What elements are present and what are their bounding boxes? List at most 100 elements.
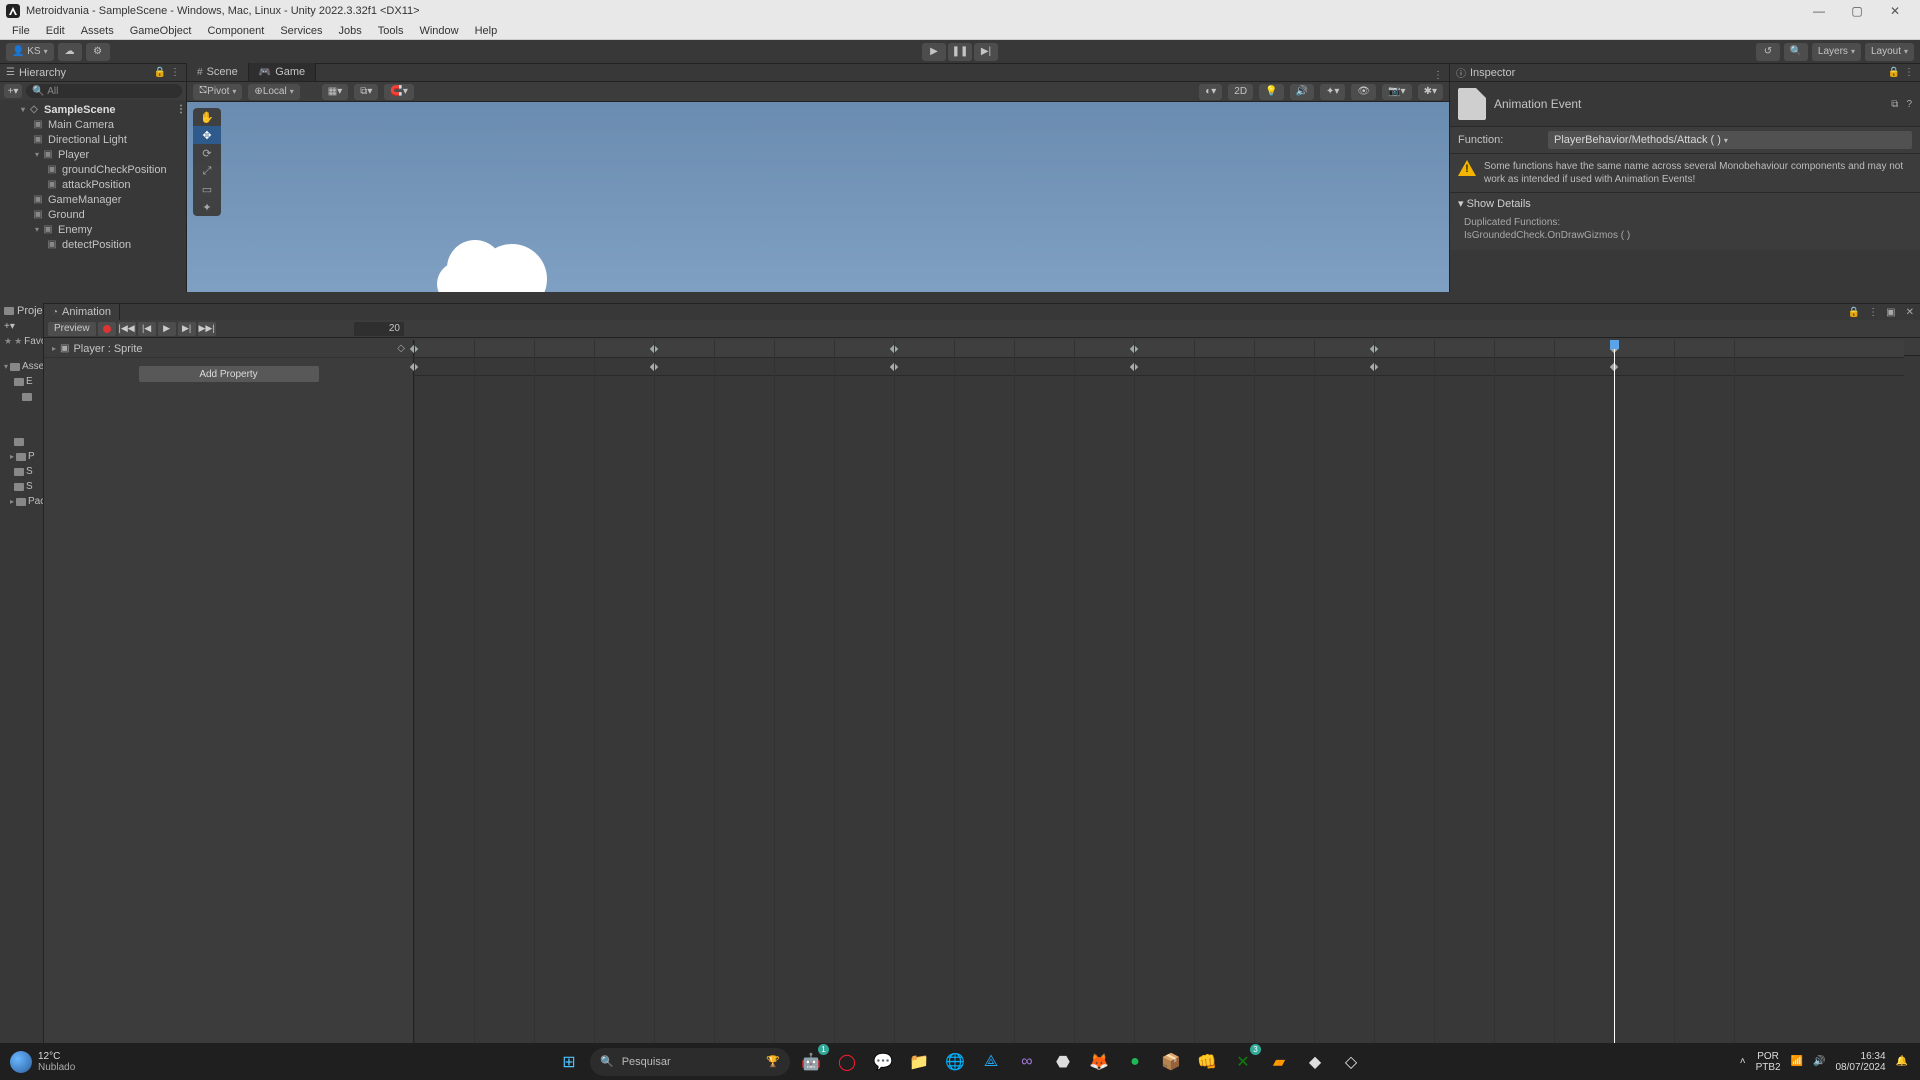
fx-toggle[interactable]: ✦▾ <box>1320 84 1345 100</box>
project-folder-row[interactable]: ▸P <box>0 449 43 464</box>
notifications-icon[interactable]: 🔔 <box>1896 1056 1908 1067</box>
project-folder-row[interactable]: E <box>0 374 43 389</box>
keyframe-marker-icon[interactable]: ◇ <box>397 343 405 354</box>
play-button[interactable]: ▶ <box>922 43 946 61</box>
menu-help[interactable]: Help <box>467 22 506 40</box>
inspector-lock-icon[interactable]: 🔒 <box>1888 67 1900 78</box>
language-indicator[interactable]: PORPTB2 <box>1756 1051 1781 1073</box>
inspector-expand-icon[interactable]: ⧉ <box>1891 99 1898 110</box>
menu-window[interactable]: Window <box>411 22 466 40</box>
local-toggle[interactable]: ⊕Local <box>248 84 299 100</box>
global-search-button[interactable]: 🔍 <box>1784 43 1808 61</box>
amazon-button[interactable]: 📦 <box>1156 1047 1186 1077</box>
keyframe-track[interactable] <box>414 358 1904 376</box>
hierarchy-item-ground[interactable]: ▣Ground <box>0 207 186 222</box>
anim-menu-icon[interactable]: ⋮ <box>1864 307 1882 318</box>
hierarchy-item-attackpos[interactable]: ▣attackPosition <box>0 177 186 192</box>
hierarchy-item-player[interactable]: ▾▣Player <box>0 147 186 162</box>
expand-arrow-icon[interactable]: ▾ <box>32 150 42 159</box>
menu-assets[interactable]: Assets <box>73 22 122 40</box>
anim-maximize-icon[interactable]: ▣ <box>1882 307 1899 318</box>
project-folder-row[interactable] <box>0 389 43 404</box>
step-button[interactable]: ▶| <box>974 43 998 61</box>
add-property-button[interactable]: Add Property <box>139 366 319 382</box>
window-maximize-button[interactable]: ▢ <box>1838 0 1876 22</box>
window-close-button[interactable]: ✕ <box>1876 0 1914 22</box>
camera-settings[interactable]: 📷▾ <box>1382 84 1411 100</box>
event-track[interactable] <box>414 340 1904 358</box>
scene-panel-menu-icon[interactable]: ⋮ <box>1427 70 1449 81</box>
scene-menu-icon[interactable]: ⋮ <box>176 104 186 115</box>
first-frame-button[interactable]: |◀◀ <box>118 322 136 336</box>
menu-jobs[interactable]: Jobs <box>331 22 370 40</box>
riot-button[interactable]: 👊 <box>1192 1047 1222 1077</box>
hierarchy-item-groundcheck[interactable]: ▣groundCheckPosition <box>0 162 186 177</box>
tray-chevron-icon[interactable]: ˄ <box>1740 1056 1746 1067</box>
show-details-toggle[interactable]: ▾ Show Details <box>1450 192 1920 214</box>
audio-toggle[interactable]: 🔊 <box>1290 84 1314 100</box>
project-assets[interactable]: ▾Assets <box>0 359 43 374</box>
project-folder-row[interactable]: ▸Pac <box>0 494 43 509</box>
next-key-button[interactable]: ▶| <box>178 322 196 336</box>
start-button[interactable]: ⊞ <box>554 1047 584 1077</box>
taskbar-clock[interactable]: 16:3408/07/2024 <box>1835 1051 1885 1073</box>
scene-canvas[interactable]: ✋ ✥ ⟳ ⤢ ▭ ✦ <box>187 102 1449 292</box>
firefox-button[interactable]: 🦊 <box>1084 1047 1114 1077</box>
hierarchy-menu-icon[interactable]: ⋮ <box>170 67 180 78</box>
opera-button[interactable]: ◯ <box>832 1047 862 1077</box>
chrome-button[interactable]: 🌐 <box>940 1047 970 1077</box>
account-dropdown[interactable]: 👤 KS <box>6 43 54 61</box>
expand-arrow-icon[interactable]: ▾ <box>18 105 28 114</box>
grid-toggle[interactable]: ▦▾ <box>322 84 348 100</box>
rect-tool[interactable]: ▭ <box>193 180 221 198</box>
function-dropdown[interactable]: PlayerBehavior/Methods/Attack ( ) <box>1548 131 1912 149</box>
dopesheet[interactable] <box>414 340 1904 1043</box>
animated-property-row[interactable]: ▸ ▣ Player : Sprite ◇ <box>44 340 413 358</box>
explorer-button[interactable]: 📁 <box>904 1047 934 1077</box>
hand-tool[interactable]: ✋ <box>193 108 221 126</box>
menu-services[interactable]: Services <box>272 22 330 40</box>
cloud-button[interactable]: ☁ <box>58 43 82 61</box>
wifi-icon[interactable]: 📶 <box>1791 1056 1803 1067</box>
animation-tab[interactable]: ◔Animation <box>44 304 120 320</box>
volume-icon[interactable]: 🔊 <box>1813 1056 1825 1067</box>
hierarchy-item-light[interactable]: ▣Directional Light <box>0 132 186 147</box>
spotify-button[interactable]: ● <box>1120 1047 1150 1077</box>
taskbar-weather[interactable]: 12°CNublado <box>0 1051 85 1073</box>
menu-file[interactable]: File <box>4 22 38 40</box>
project-folder-row[interactable]: S <box>0 464 43 479</box>
move-tool[interactable]: ✥ <box>193 126 221 144</box>
gizmos-toggle[interactable]: ✱▾ <box>1418 84 1443 100</box>
unity-editor-button[interactable]: ◇ <box>1336 1047 1366 1077</box>
draw-mode[interactable]: ◐▾ <box>1199 84 1222 100</box>
transform-tool[interactable]: ✦ <box>193 198 221 216</box>
inspector-menu-icon[interactable]: ⋮ <box>1904 67 1914 78</box>
layout-dropdown[interactable]: Layout <box>1865 43 1914 61</box>
project-folder-row[interactable]: S <box>0 479 43 494</box>
hierarchy-item-camera[interactable]: ▣Main Camera <box>0 117 186 132</box>
settings-button[interactable]: ⚙ <box>86 43 110 61</box>
project-create[interactable]: +▾ <box>0 319 43 334</box>
xbox-button[interactable]: ✕ <box>1228 1047 1258 1077</box>
unity-hub-button[interactable]: ◆ <box>1300 1047 1330 1077</box>
sublime-button[interactable]: ▰ <box>1264 1047 1294 1077</box>
hierarchy-item-detectpos[interactable]: ▣detectPosition <box>0 237 186 252</box>
window-minimize-button[interactable]: — <box>1800 0 1838 22</box>
discord-button[interactable]: 💬 <box>868 1047 898 1077</box>
copilot-button[interactable]: 🤖 <box>796 1047 826 1077</box>
hierarchy-create-dropdown[interactable]: +▾ <box>4 84 22 98</box>
menu-edit[interactable]: Edit <box>38 22 73 40</box>
hierarchy-item-gamemanager[interactable]: ▣GameManager <box>0 192 186 207</box>
preview-toggle[interactable]: Preview <box>48 322 96 336</box>
rotate-tool[interactable]: ⟳ <box>193 144 221 162</box>
expand-arrow-icon[interactable]: ▾ <box>32 225 42 234</box>
scale-tool[interactable]: ⤢ <box>193 162 221 180</box>
pivot-toggle[interactable]: ⛞Pivot <box>193 84 242 100</box>
taskbar-search[interactable]: 🔍Pesquisar🏆 <box>590 1048 790 1076</box>
menu-tools[interactable]: Tools <box>370 22 412 40</box>
frame-number-field[interactable] <box>354 322 404 336</box>
undo-history-button[interactable]: ↺ <box>1756 43 1780 61</box>
layers-dropdown[interactable]: Layers <box>1812 43 1861 61</box>
hierarchy-tab[interactable]: ☰ Hierarchy 🔒 ⋮ <box>0 64 186 82</box>
lighting-toggle[interactable]: 💡 <box>1259 84 1283 100</box>
